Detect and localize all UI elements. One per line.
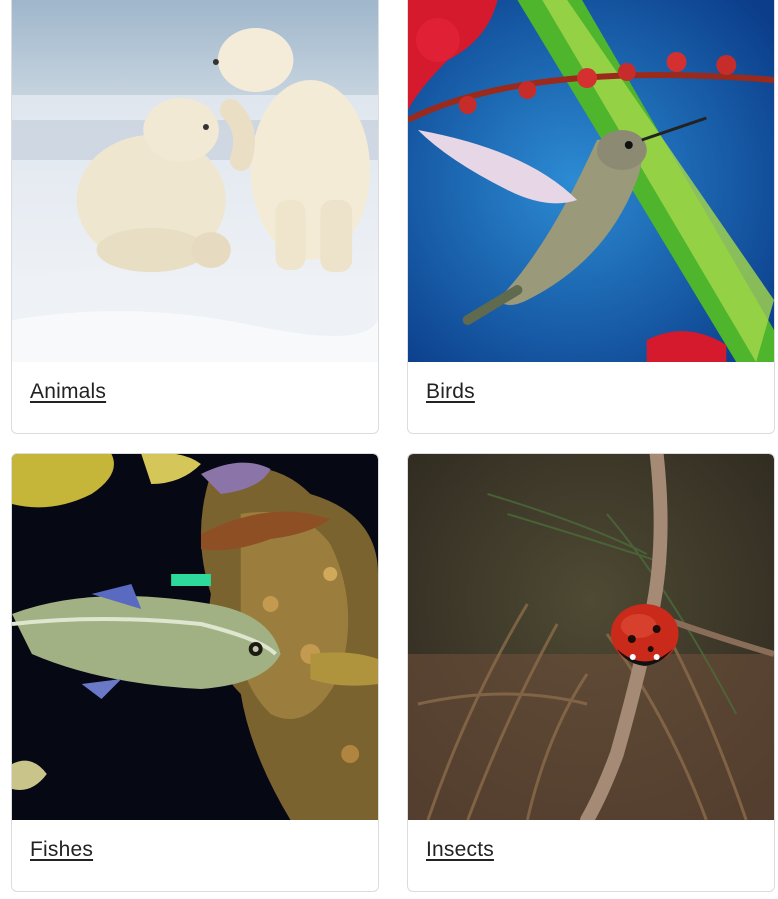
card-insects: Insects [407,453,775,892]
card-title-link[interactable]: Animals [30,380,106,403]
fishes-image [12,454,378,820]
card-body: Insects [408,820,774,862]
hummingbird-image [408,0,774,362]
ladybug-image [408,454,774,820]
card-title-link[interactable]: Birds [426,380,475,403]
card-title-link[interactable]: Fishes [30,838,93,861]
card-body: Animals [12,362,378,404]
card-body: Fishes [12,820,378,862]
polar-bears-image [12,0,378,362]
card-fishes: Fishes [11,453,379,892]
card-birds: Birds [407,0,775,434]
category-grid: Animals Birds Fishes Insects [0,0,778,899]
card-animals: Animals [11,0,379,434]
card-title-link[interactable]: Insects [426,838,494,861]
card-body: Birds [408,362,774,404]
